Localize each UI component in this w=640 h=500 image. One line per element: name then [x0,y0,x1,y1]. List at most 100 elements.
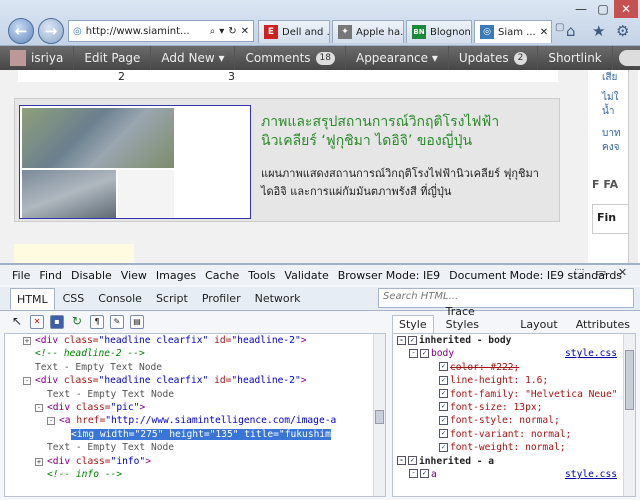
dom-node-line[interactable]: Text - Empty Text Node [5,441,385,454]
html-scrollbar[interactable] [373,334,385,496]
dom-node-line[interactable]: - <div class="pic"> [5,401,385,414]
style-selector[interactable]: - ✓ body style.css [393,347,635,360]
style-property[interactable]: ✓ font-family: "Helvetica Neue" [393,388,635,401]
refresh-dom-icon[interactable]: ↻ [70,315,84,329]
sidebar-snippet[interactable]: น้ำ [602,104,614,119]
style-property[interactable]: ✓ font-weight: normal; [393,441,635,454]
tab-console[interactable]: Console [92,288,148,310]
headline-image[interactable] [19,105,251,219]
tab-profiler[interactable]: Profiler [196,288,247,310]
dom-node-line[interactable]: Text - Empty Text Node [5,388,385,401]
tab-blognone[interactable]: BN Blognon... [406,20,472,43]
menu-view[interactable]: View [121,269,147,282]
expand-icon[interactable]: - [47,417,55,426]
style-pane[interactable]: - ✓ inherited - body - ✓ body style.css ✓ color:… [392,333,636,497]
address-bar[interactable]: ◎ http://www.siamint... ⌕ ▾ ↻ ✕ [68,20,254,42]
tab-siam[interactable]: ◎ Siam ... ✕ [474,20,552,43]
updates-button[interactable]: Updates 2 [449,46,539,70]
admin-search-box[interactable] [613,46,640,70]
admin-user[interactable]: isriya [0,46,75,70]
inherited-header[interactable]: - ✓ inherited - body [393,334,635,347]
menu-validate[interactable]: Validate [284,269,328,282]
back-button[interactable]: ← [8,18,34,44]
edit-icon[interactable]: ✎ [110,315,124,329]
refresh-icon[interactable]: ↻ [228,26,236,37]
menu-tools[interactable]: Tools [248,269,275,282]
tab-style[interactable]: Style [392,315,434,333]
close-icon[interactable]: ✕ [241,26,249,37]
sidebar-snippet[interactable]: บาท [602,126,621,141]
menu-disable[interactable]: Disable [71,269,112,282]
tab-html[interactable]: HTML [10,288,55,310]
word-wrap-icon[interactable]: ¶ [90,315,104,329]
favorites-star-icon[interactable]: ★ [592,22,605,40]
tab-apple[interactable]: ✦ Apple ha... [332,20,404,43]
admin-user-name: isriya [31,51,64,65]
expand-icon[interactable]: + [35,457,43,466]
expand-icon[interactable]: - [35,403,43,412]
tab-css[interactable]: CSS [57,288,91,310]
tab-attributes[interactable]: Attributes [570,316,636,333]
menu-find[interactable]: Find [39,269,62,282]
style-selector[interactable]: - ✓ a style.css [393,468,635,481]
shortlink-button[interactable]: Shortlink [538,46,613,70]
settings-gear-icon[interactable]: ⚙ [616,22,629,40]
restore-icon[interactable]: ▭ [596,266,606,279]
browser-mode-menu[interactable]: Browser Mode: IE9 [338,269,440,282]
appearance-menu[interactable]: Appearance ▾ [346,46,449,70]
inherited-header[interactable]: - ✓ inherited - a [393,455,635,468]
close-window-button[interactable]: ✕ [614,0,638,18]
html-tree-pane[interactable]: + <div class="headline clearfix" id="head… [4,333,386,497]
dom-node-line[interactable]: - <a href="http://www.siamintelligence.co… [5,414,385,427]
dom-node-line[interactable]: - <div class="headline clearfix" id="head… [5,374,385,387]
dom-node-line[interactable]: <!-- info --> [5,468,385,481]
select-element-icon[interactable]: ↖ [10,315,24,329]
comments-button[interactable]: Comments 18 [235,46,346,70]
style-scrollbar[interactable] [623,334,635,496]
dropdown-icon[interactable]: ▾ [219,26,224,37]
tab-trace-styles[interactable]: Trace Styles [440,303,509,333]
expand-icon[interactable]: - [23,377,31,386]
tab-layout[interactable]: Layout [514,316,563,333]
maximize-button[interactable]: ▢ [592,0,614,18]
dom-node-line[interactable]: <img width="275" height="135" title="fuk… [5,428,385,441]
clear-outline-icon[interactable]: ✕ [30,315,44,329]
sidebar-snippet[interactable]: คงจ [602,140,619,155]
forward-button[interactable]: → [38,18,64,44]
tab-network[interactable]: Network [249,288,307,310]
add-new-menu[interactable]: Add New ▾ [151,46,236,70]
tab-dell[interactable]: E Dell and ... [258,20,330,43]
dom-view-icon[interactable]: ▤ [130,315,144,329]
scroll-thumb[interactable] [625,350,634,410]
page-scrollbar[interactable] [628,70,638,263]
expand-icon[interactable]: + [23,337,31,345]
style-property[interactable]: ✓ font-variant: normal; [393,428,635,441]
home-icon[interactable]: ⌂ [566,22,576,40]
menu-images[interactable]: Images [156,269,196,282]
style-property[interactable]: ✓ font-size: 13px; [393,401,635,414]
menu-file[interactable]: File [12,269,30,282]
devtools-close-icon[interactable]: ✕ [618,266,627,279]
style-property[interactable]: ✓ font-style: normal; [393,414,635,427]
save-icon[interactable]: ▪ [50,315,64,329]
dom-node-line[interactable]: + <div class="info"> [5,455,385,468]
tab-close-icon[interactable]: ✕ [540,27,548,38]
headline-title[interactable]: ภาพและสรุปสถานการณ์วิกฤติโรงไฟฟ้านิวเคลี… [261,113,551,151]
style-property[interactable]: ✓ line-height: 1.6; [393,374,635,387]
style-property[interactable]: ✓ color: #222; [393,361,635,374]
headline-card[interactable]: ภาพและสรุปสถานการณ์วิกฤติโรงไฟฟ้านิวเคลี… [14,98,560,222]
tab-script[interactable]: Script [150,288,194,310]
dom-node-line[interactable]: <!-- headline-2 --> [5,347,385,360]
edit-page-button[interactable]: Edit Page [74,46,152,70]
admin-search-input[interactable] [618,50,640,66]
dom-node-line[interactable]: + <div class="headline clearfix" id="head… [5,334,385,347]
sidebar-snippet[interactable]: เสีย [602,70,617,85]
scroll-thumb[interactable] [375,410,384,424]
search-icon[interactable]: ⌕ [210,26,216,37]
page-icon: ◎ [73,25,82,37]
dom-node-line[interactable]: Text - Empty Text Node [5,361,385,374]
menu-cache[interactable]: Cache [205,269,239,282]
unpin-icon[interactable]: ⬚ [574,266,584,279]
minimize-button[interactable]: — [570,0,592,18]
sidebar-snippet[interactable]: ไม่ใ [602,90,619,105]
